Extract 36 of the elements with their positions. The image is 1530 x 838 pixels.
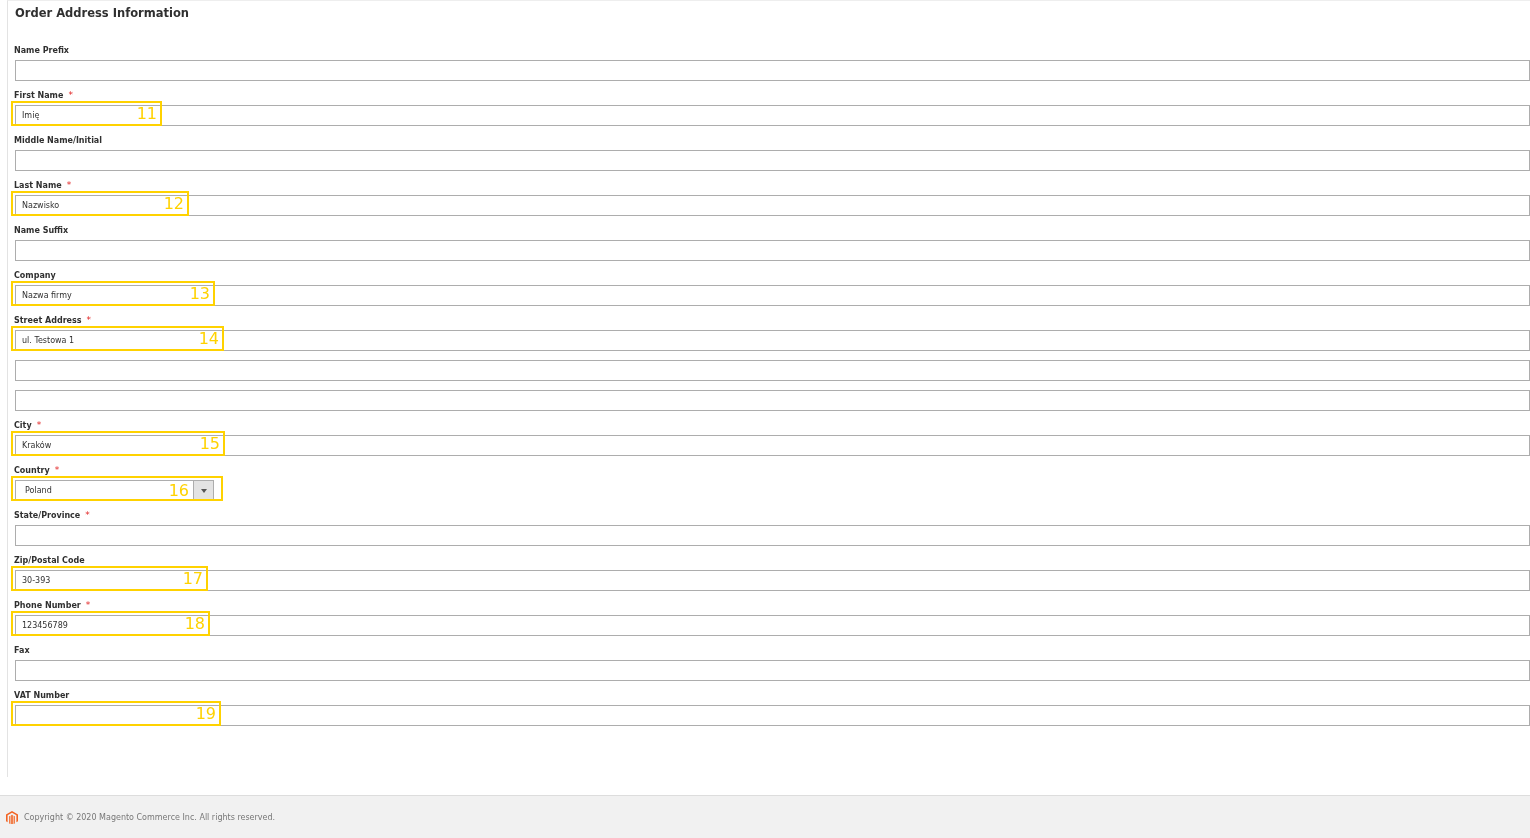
- required-mark: *: [86, 315, 92, 326]
- field-label: Phone Number: [14, 600, 81, 611]
- logo-icon: [6, 810, 18, 824]
- caret-icon: [200, 488, 207, 493]
- required-mark: *: [68, 90, 73, 101]
- required-mark: *: [66, 180, 72, 191]
- field-label: Middle Name/Initial: [14, 135, 102, 146]
- required-mark: *: [36, 420, 42, 431]
- country-select[interactable]: Poland 16: [15, 480, 214, 501]
- field-label: Country: [14, 465, 50, 476]
- field-label: Zip/Postal Code: [14, 555, 85, 566]
- copyright-text: Copyright © 2020 Magento Commerce Inc. All rights reserved.: [24, 812, 276, 822]
- input-field[interactable]: [15, 60, 1530, 81]
- input-field[interactable]: [15, 150, 1530, 171]
- field-label: Company: [14, 270, 56, 281]
- section-title: Order Address Information: [15, 5, 190, 22]
- field-label: State/Province: [14, 510, 81, 521]
- input-field[interactable]: [15, 525, 1530, 546]
- field-label: Fax: [14, 645, 30, 656]
- required-mark: *: [85, 510, 90, 521]
- callout-number: 16: [168, 481, 190, 500]
- input-field[interactable]: [15, 390, 1530, 411]
- required-mark: *: [85, 600, 91, 611]
- required-mark: *: [54, 465, 60, 476]
- field-label: City: [14, 420, 32, 431]
- input-field[interactable]: [15, 360, 1530, 381]
- field-label: VAT Number: [14, 690, 70, 701]
- field-label: Name Suffix: [14, 225, 69, 236]
- input-field[interactable]: [15, 705, 1530, 726]
- input-field[interactable]: [15, 240, 1530, 261]
- input-field[interactable]: [15, 660, 1530, 681]
- field-label: Last Name: [14, 180, 62, 191]
- field-label: First Name: [14, 90, 64, 101]
- field-label: Street Address: [14, 315, 82, 326]
- callout-number: 19: [11, 701, 221, 726]
- field-label: Name Prefix: [14, 45, 69, 56]
